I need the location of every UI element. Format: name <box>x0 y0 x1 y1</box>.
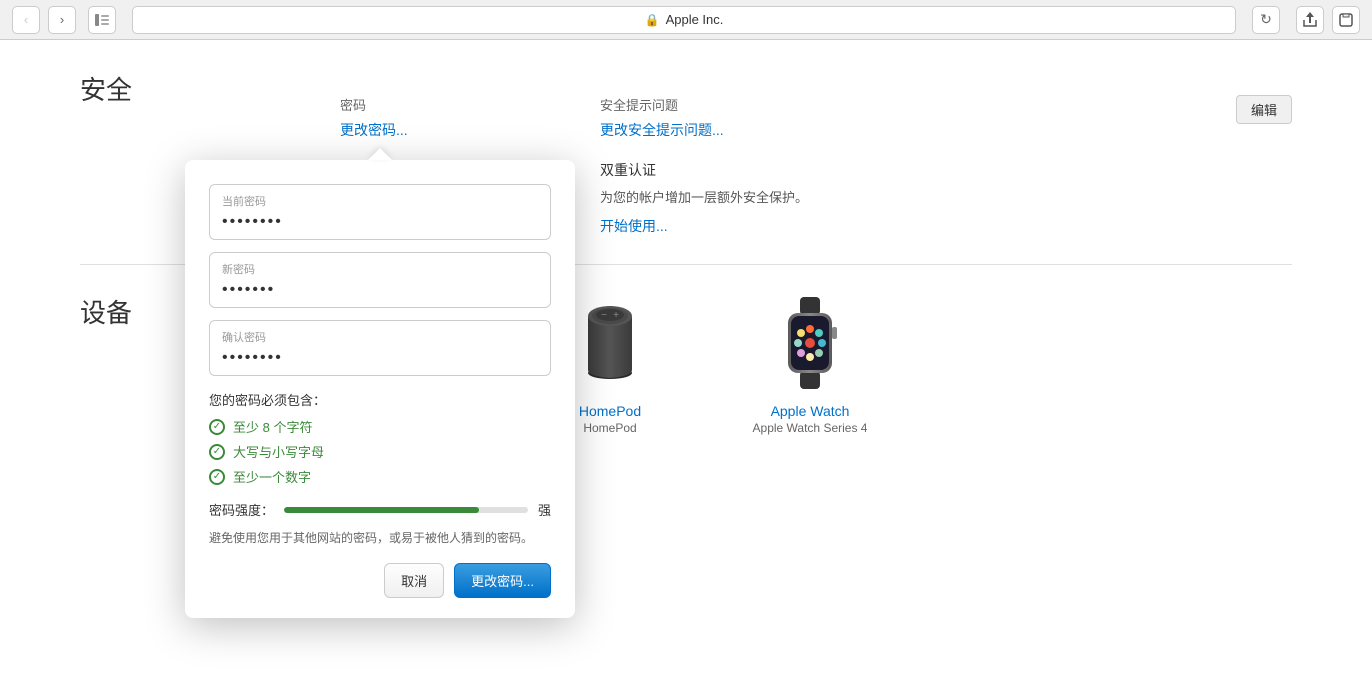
browser-actions <box>1296 6 1360 34</box>
submit-password-button[interactable]: 更改密码... <box>454 563 551 598</box>
new-password-group[interactable]: 新密码 ••••••• <box>209 252 551 308</box>
homepod-type: HomePod <box>583 421 636 435</box>
back-button[interactable]: ‹ <box>12 6 40 34</box>
req-text-0: 至少 8 个字符 <box>233 417 312 436</box>
two-factor-description: 为您的帐户增加一层额外安全保护。 <box>600 188 860 208</box>
password-label: 密码 <box>340 95 540 114</box>
password-popup: 当前密码 •••••••• 新密码 ••••••• 确认密码 •••••••• … <box>185 160 575 618</box>
svg-text:−: − <box>601 310 607 321</box>
security-question-row: 安全提示问题 更改安全提示问题... 编辑 <box>600 95 1292 140</box>
confirm-password-label: 确认密码 <box>222 329 538 345</box>
two-factor-label: 双重认证 <box>600 160 1292 180</box>
strength-value: 强 <box>538 500 551 519</box>
req-item-1: ✓ 大写与小写字母 <box>209 442 551 461</box>
change-security-question-link[interactable]: 更改安全提示问题... <box>600 122 724 138</box>
confirm-password-group[interactable]: 确认密码 •••••••• <box>209 320 551 376</box>
share-button[interactable] <box>1296 6 1324 34</box>
popup-buttons: 取消 更改密码... <box>209 563 551 598</box>
req-check-1: ✓ <box>209 444 225 460</box>
popup-arrow <box>368 148 392 160</box>
security-title: 安全 <box>80 70 132 107</box>
req-item-2: ✓ 至少一个数字 <box>209 467 551 486</box>
address-bar[interactable]: 🔒 Apple Inc. <box>132 6 1236 34</box>
strength-bar-container <box>284 507 528 513</box>
req-item-0: ✓ 至少 8 个字符 <box>209 417 551 436</box>
req-check-2: ✓ <box>209 469 225 485</box>
newtab-button[interactable] <box>1332 6 1360 34</box>
security-question-content: 安全提示问题 更改安全提示问题... <box>600 95 724 140</box>
req-text-2: 至少一个数字 <box>233 467 311 486</box>
password-requirements: 您的密码必须包含： ✓ 至少 8 个字符 ✓ 大写与小写字母 ✓ 至少一个数字 <box>209 390 551 486</box>
new-password-label: 新密码 <box>222 261 538 277</box>
sidebar-button[interactable] <box>88 6 116 34</box>
lock-icon: 🔒 <box>645 13 660 27</box>
svg-text:+: + <box>613 310 619 321</box>
watch-type: Apple Watch Series 4 <box>753 421 868 435</box>
requirements-title: 您的密码必须包含： <box>209 390 551 409</box>
start-two-factor-link[interactable]: 开始使用... <box>600 218 668 234</box>
watch-name[interactable]: Apple Watch <box>771 403 850 419</box>
current-password-group[interactable]: 当前密码 •••••••• <box>209 184 551 240</box>
homepod-name[interactable]: HomePod <box>579 403 641 419</box>
homepod-image: − + <box>570 293 650 393</box>
edit-security-question-button[interactable]: 编辑 <box>1236 95 1292 124</box>
strength-bar-fill <box>284 507 479 513</box>
req-check-0: ✓ <box>209 419 225 435</box>
current-password-value: •••••••• <box>222 213 538 231</box>
confirm-password-value: •••••••• <box>222 349 538 367</box>
url-text: Apple Inc. <box>666 12 724 27</box>
cancel-button[interactable]: 取消 <box>384 563 444 598</box>
forward-button[interactable]: › <box>48 6 76 34</box>
current-password-label: 当前密码 <box>222 193 538 209</box>
two-factor-section: 双重认证 为您的帐户增加一层额外安全保护。 开始使用... <box>600 160 1292 236</box>
req-text-1: 大写与小写字母 <box>233 442 324 461</box>
change-password-link[interactable]: 更改密码... <box>340 122 408 138</box>
warning-text: 避免使用您用于其他网站的密码，或易于被他人猜到的密码。 <box>209 529 551 547</box>
security-right: 安全提示问题 更改安全提示问题... 编辑 双重认证 为您的帐户增加一层额外安全… <box>600 95 1292 236</box>
strength-label: 密码强度： <box>209 500 274 519</box>
device-apple-watch: Apple Watch Apple Watch Series 4 <box>740 293 880 435</box>
browser-chrome: ‹ › 🔒 Apple Inc. ↻ <box>0 0 1372 40</box>
page-content: 安全 密码 更改密码... 安全提示问题 更改安全提示问题... 编辑 双重认证… <box>0 40 1372 690</box>
security-question-label: 安全提示问题 <box>600 95 724 114</box>
watch-image <box>770 293 850 393</box>
strength-row: 密码强度： 强 <box>209 500 551 519</box>
reload-button[interactable]: ↻ <box>1252 6 1280 34</box>
new-password-value: ••••••• <box>222 281 538 299</box>
